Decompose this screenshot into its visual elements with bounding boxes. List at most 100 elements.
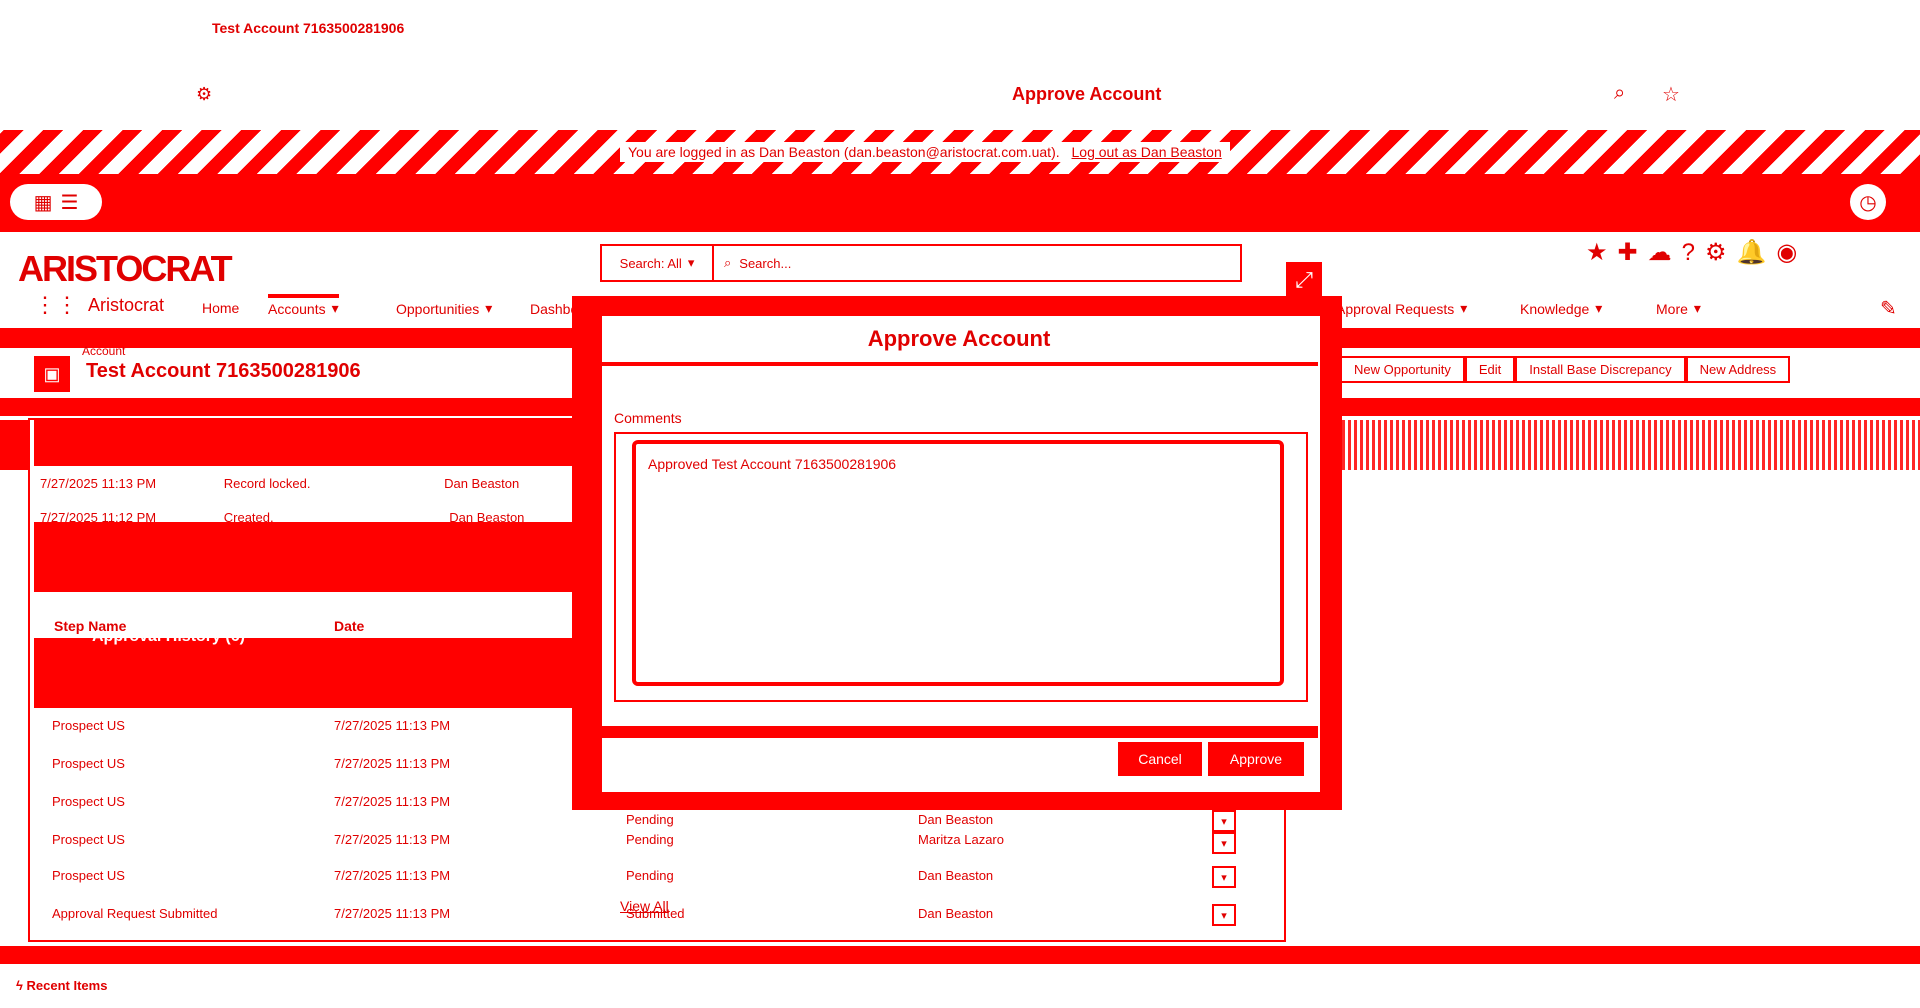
nav-opportunities[interactable]: Opportunities ▾ bbox=[396, 300, 492, 317]
banner-message: You are logged in as Dan Beaston (dan.be… bbox=[628, 144, 1060, 160]
app-switcher[interactable]: ▦ ☰ bbox=[10, 184, 102, 220]
edit-nav-icon[interactable]: ✎ bbox=[1880, 296, 1897, 321]
app-name: Aristocrat bbox=[88, 294, 165, 315]
row-actions-button[interactable]: ▾ bbox=[1212, 904, 1236, 926]
help-icon[interactable]: ? bbox=[1682, 239, 1695, 267]
nav-approval-requests[interactable]: Approval Requests ▾ bbox=[1336, 300, 1467, 317]
app-launcher[interactable]: ⋮⋮ Aristocrat bbox=[34, 292, 164, 318]
row-actions-button[interactable]: ▾ bbox=[1212, 866, 1236, 888]
header-icons: ★ ✚ ☁ ? ⚙ 🔔 ◉ bbox=[1586, 238, 1797, 267]
chevron-down-icon[interactable]: ▾ bbox=[1595, 300, 1602, 317]
magnifier-icon[interactable]: ⌕ bbox=[1614, 82, 1625, 105]
chevron-down-icon: ▾ bbox=[687, 255, 695, 270]
left-edge-bar bbox=[0, 420, 28, 470]
approval-status: Pending bbox=[626, 868, 674, 883]
new-opportunity-button[interactable]: New Opportunity bbox=[1340, 356, 1465, 383]
search-placeholder: Search... bbox=[739, 255, 792, 271]
search-input[interactable]: ⌕ Search... bbox=[714, 255, 791, 271]
sliders-icon[interactable]: ⚙ bbox=[196, 84, 212, 105]
logout-as-link[interactable]: Log out as Dan Beaston bbox=[1072, 144, 1222, 160]
history-action: Record locked. bbox=[223, 476, 311, 491]
aristocrat-logo: ARISTOCRAT bbox=[18, 248, 233, 289]
approval-step[interactable]: Approval Request Submitted bbox=[52, 906, 217, 921]
record-actions: New Opportunity Edit Install Base Discre… bbox=[1340, 356, 1791, 383]
modal-footer-divider bbox=[600, 726, 1318, 738]
footer-divider bbox=[0, 946, 1920, 964]
chevron-down-icon[interactable]: ▾ bbox=[332, 300, 339, 317]
row-actions-button[interactable]: ▾ bbox=[1212, 832, 1236, 854]
nav-label: More bbox=[1656, 300, 1688, 317]
nav-label: Accounts bbox=[268, 300, 326, 317]
install-base-discrepancy-button[interactable]: Install Base Discrepancy bbox=[1515, 356, 1686, 383]
bell-icon[interactable]: 🔔 bbox=[1737, 238, 1767, 267]
expand-icon[interactable]: ⤢ bbox=[1286, 262, 1322, 298]
grid-icon: ▦ bbox=[33, 191, 53, 214]
row-actions-button[interactable]: ▾ bbox=[1212, 810, 1236, 832]
search-icon: ⌕ bbox=[724, 255, 732, 270]
new-address-button[interactable]: New Address bbox=[1685, 356, 1791, 383]
avatar[interactable]: ◉ bbox=[1776, 238, 1797, 267]
nav-more[interactable]: More ▾ bbox=[1656, 300, 1701, 317]
address-title: Approve Account bbox=[1012, 84, 1162, 104]
app-grid-icon[interactable]: ⋮⋮ bbox=[34, 292, 78, 318]
nav-label: Approval Requests bbox=[1336, 300, 1455, 317]
approval-status: Pending bbox=[626, 812, 674, 827]
comments-label: Comments bbox=[614, 410, 682, 426]
approval-step[interactable]: Prospect US bbox=[52, 756, 125, 771]
clock-icon[interactable]: ◷ bbox=[1850, 184, 1886, 220]
nav-label: Knowledge bbox=[1520, 300, 1590, 317]
view-all-link[interactable]: View All bbox=[620, 898, 669, 914]
approval-col-date: Date bbox=[334, 618, 365, 634]
approval-actor[interactable]: Maritza Lazaro bbox=[918, 832, 1004, 847]
approval-date: 7/27/2025 11:13 PM bbox=[334, 906, 451, 921]
add-icon[interactable]: ✚ bbox=[1618, 238, 1638, 267]
favorites-icon[interactable]: ★ bbox=[1586, 238, 1608, 267]
global-search[interactable]: Search: All ▾ ⌕ Search... bbox=[600, 244, 1242, 282]
approval-date: 7/27/2025 11:13 PM bbox=[334, 832, 451, 847]
account-icon: ▣ bbox=[34, 356, 70, 392]
star-icon[interactable]: ☆ bbox=[1662, 82, 1680, 107]
nav-label: Opportunities bbox=[396, 300, 480, 317]
approval-date: 7/27/2025 11:13 PM bbox=[334, 868, 451, 883]
history-user[interactable]: Dan Beaston bbox=[444, 476, 519, 491]
edit-button[interactable]: Edit bbox=[1464, 356, 1516, 383]
history-row: 7/27/2025 11:13 PM Record locked. Dan Be… bbox=[40, 476, 519, 491]
approval-date: 7/27/2025 11:13 PM bbox=[334, 794, 451, 809]
chevron-down-icon[interactable]: ▾ bbox=[485, 300, 492, 317]
approval-actor[interactable]: Dan Beaston bbox=[918, 812, 993, 827]
nav-accounts[interactable]: Accounts ▾ bbox=[268, 294, 339, 317]
approval-step[interactable]: Prospect US bbox=[52, 794, 125, 809]
approval-step[interactable]: Prospect US bbox=[52, 718, 125, 733]
nav-knowledge[interactable]: Knowledge ▾ bbox=[1520, 300, 1602, 317]
table-header-noise bbox=[1342, 420, 1920, 470]
recent-items[interactable]: ϟ Recent Items bbox=[16, 978, 107, 993]
approval-actor[interactable]: Dan Beaston bbox=[918, 868, 993, 883]
approval-actor[interactable]: Dan Beaston bbox=[918, 906, 993, 921]
nav-home[interactable]: Home bbox=[202, 300, 239, 316]
login-as-banner-text: You are logged in as Dan Beaston (dan.be… bbox=[620, 142, 1230, 162]
history-header bbox=[34, 420, 574, 466]
approval-date: 7/27/2025 11:13 PM bbox=[334, 756, 451, 771]
history-date: 7/27/2025 11:13 PM bbox=[40, 476, 157, 491]
approve-button[interactable]: Approve bbox=[1208, 742, 1304, 776]
approval-step[interactable]: Prospect US bbox=[52, 832, 125, 847]
modal-title-divider bbox=[600, 362, 1318, 366]
chevron-down-icon[interactable]: ▾ bbox=[1694, 300, 1701, 317]
record-name: Test Account 7163500281906 bbox=[86, 360, 361, 382]
recent-items-label: Recent Items bbox=[26, 978, 108, 993]
chevron-down-icon[interactable]: ▾ bbox=[1460, 300, 1467, 317]
app-top-bar bbox=[0, 174, 1920, 232]
browser-tab-title[interactable]: Test Account 7163500281906 bbox=[212, 20, 404, 36]
approval-step[interactable]: Prospect US bbox=[52, 868, 125, 883]
approval-history-title[interactable]: Approval History (6) bbox=[92, 628, 245, 646]
gear-icon[interactable]: ⚙ bbox=[1705, 238, 1727, 267]
approval-status: Pending bbox=[626, 832, 674, 847]
search-scope-select[interactable]: Search: All ▾ bbox=[602, 246, 714, 280]
list-icon: ☰ bbox=[60, 191, 79, 214]
comments-textarea[interactable]: Approved Test Account 7163500281906 bbox=[632, 440, 1284, 686]
lightning-icon: ϟ bbox=[16, 978, 23, 993]
record-type: Account bbox=[82, 344, 126, 358]
cloud-icon[interactable]: ☁ bbox=[1648, 238, 1672, 267]
history-footer bbox=[34, 522, 574, 592]
cancel-button[interactable]: Cancel bbox=[1118, 742, 1202, 776]
